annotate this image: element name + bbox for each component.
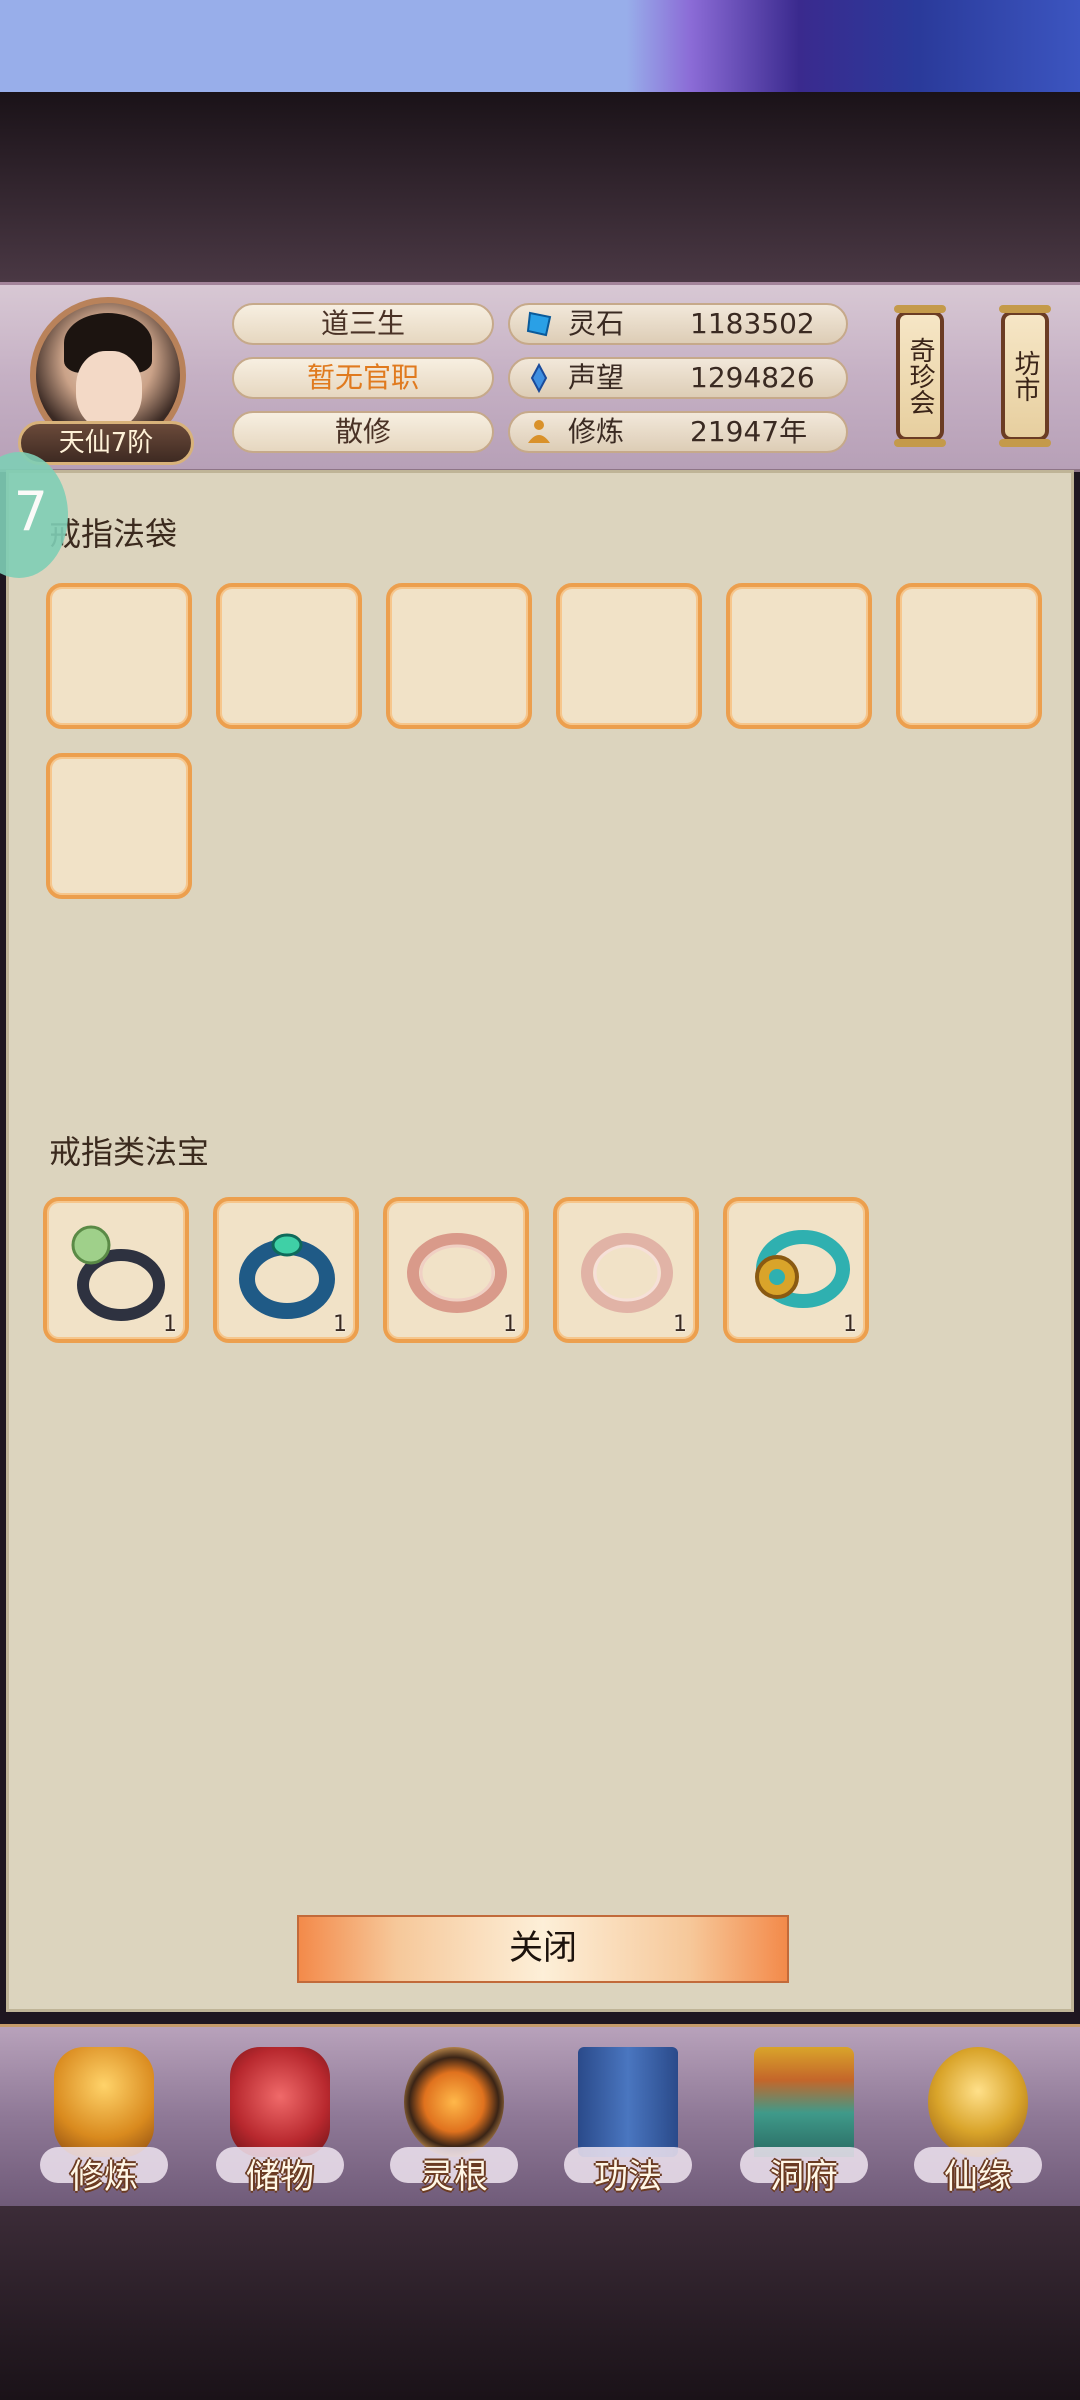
player-office: 暂无官职 <box>232 357 494 399</box>
nav-storage[interactable]: 储物 <box>210 2037 350 2205</box>
ring-bag-slot[interactable] <box>386 583 532 729</box>
nav-cultivate[interactable]: 修炼 <box>34 2037 174 2205</box>
ring-bag-slot[interactable] <box>46 583 192 729</box>
pouch-icon <box>230 2047 330 2157</box>
treasure-fair-button[interactable]: 奇珍会 <box>894 305 946 447</box>
ring-bag-slot[interactable] <box>896 583 1042 729</box>
ring-bag-slot[interactable] <box>726 583 872 729</box>
nav-label: 洞府 <box>770 2157 838 2197</box>
nav-label: 功法 <box>594 2157 662 2197</box>
ring-bag-slot[interactable] <box>216 583 362 729</box>
reputation-icon <box>530 363 548 393</box>
nav-spirit-root[interactable]: 灵根 <box>384 2037 524 2205</box>
rose-gold-ring-icon <box>407 1233 507 1313</box>
ring-bag-slot[interactable] <box>556 583 702 729</box>
resource-label: 修炼 <box>568 415 625 448</box>
bottom-nav: 修炼 储物 灵根 功法 洞府 仙缘 <box>0 2024 1080 2212</box>
ring-item-slot[interactable]: 1 <box>383 1197 529 1343</box>
blue-gem-ring-icon <box>239 1233 335 1319</box>
resource-reputation: 声望 1294826 <box>508 357 848 399</box>
pavilion-icon <box>754 2047 854 2157</box>
market-button[interactable]: 坊市 <box>999 305 1051 447</box>
item-count: 1 <box>163 1312 177 1337</box>
top-dark-band <box>0 92 1080 282</box>
rank-badge: 天仙7阶 <box>18 421 194 465</box>
ring-treasures-title: 戒指类法宝 <box>49 1133 210 1171</box>
nav-techniques[interactable]: 功法 <box>558 2037 698 2205</box>
gold-turquoise-ring-icon <box>755 1230 850 1308</box>
resource-value: 1294826 <box>690 361 815 394</box>
top-background <box>0 0 1080 92</box>
inventory-panel: 戒指法袋 戒指类法宝 1 1 1 1 1 关闭 <box>6 470 1074 2012</box>
nav-fate[interactable]: 仙缘 <box>908 2037 1048 2205</box>
book-icon <box>578 2047 678 2157</box>
bottom-dark-band <box>0 2206 1080 2400</box>
resource-value: 21947年 <box>690 415 808 448</box>
player-header: 天仙7阶 道三生 暂无官职 散修 灵石 1183502 声望 1294826 修… <box>0 282 1080 472</box>
gourd-icon <box>928 2047 1028 2157</box>
nav-label: 储物 <box>246 2157 314 2197</box>
close-button[interactable]: 关闭 <box>297 1915 789 1983</box>
triskelion-icon <box>404 2047 504 2157</box>
ring-bag-slot[interactable] <box>46 753 192 899</box>
item-count: 1 <box>843 1312 857 1337</box>
nav-cave-abode[interactable]: 洞府 <box>734 2037 874 2205</box>
ring-item-slot[interactable]: 1 <box>723 1197 869 1343</box>
nav-label: 仙缘 <box>944 2157 1012 2197</box>
resource-value: 1183502 <box>690 307 815 340</box>
item-count: 1 <box>673 1312 687 1337</box>
resource-label: 灵石 <box>568 307 625 340</box>
rose-gold-ring-icon <box>581 1233 673 1313</box>
ring-item-slot[interactable]: 1 <box>43 1197 189 1343</box>
player-name: 道三生 <box>232 303 494 345</box>
resource-spirit-stone: 灵石 1183502 <box>508 303 848 345</box>
cultivation-icon <box>528 420 550 443</box>
player-faction: 散修 <box>232 411 494 453</box>
ring-item-slot[interactable]: 1 <box>213 1197 359 1343</box>
monk-icon <box>54 2047 154 2157</box>
spirit-stone-icon <box>526 311 552 337</box>
ring-bag-title: 戒指法袋 <box>49 515 178 553</box>
item-count: 1 <box>333 1312 347 1337</box>
item-count: 1 <box>503 1312 517 1337</box>
avatar-face <box>76 351 142 429</box>
ring-item-slot[interactable]: 1 <box>553 1197 699 1343</box>
resource-label: 声望 <box>568 361 625 394</box>
jade-pearl-ring-icon <box>71 1225 165 1321</box>
nav-label: 修炼 <box>70 2157 138 2197</box>
resource-cultivation: 修炼 21947年 <box>508 411 848 453</box>
nav-label: 灵根 <box>420 2157 488 2197</box>
